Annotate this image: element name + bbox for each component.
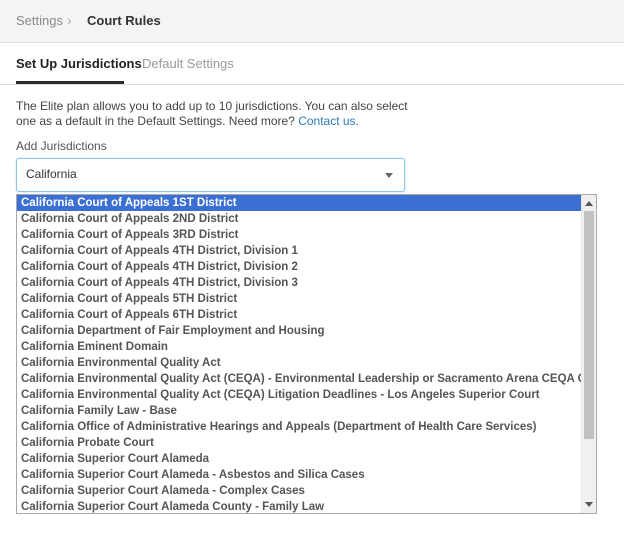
dropdown-scrollbar[interactable] xyxy=(581,195,596,513)
option-item[interactable]: California Court of Appeals 5TH District xyxy=(17,291,581,307)
option-item[interactable]: California Court of Appeals 2ND District xyxy=(17,211,581,227)
tab-set-up-jurisdictions[interactable]: Set Up Jurisdictions xyxy=(16,56,142,71)
option-selected[interactable]: California Court of Appeals 1ST District xyxy=(17,195,581,211)
option-item[interactable]: California Superior Court Alameda - Asbe… xyxy=(17,467,581,483)
option-item[interactable]: California Eminent Domain xyxy=(17,339,581,355)
scrollbar-thumb[interactable] xyxy=(584,211,594,439)
tab-bar: Set Up Jurisdictions Default Settings xyxy=(0,43,624,85)
option-item[interactable]: California Court of Appeals 4TH District… xyxy=(17,243,581,259)
option-item[interactable]: California Court of Appeals 4TH District… xyxy=(17,275,581,291)
scroll-up-icon[interactable] xyxy=(585,201,593,206)
add-jurisdictions-label: Add Jurisdictions xyxy=(16,139,107,153)
jurisdiction-dropdown: California Court of Appeals 1ST District… xyxy=(16,194,597,514)
option-item[interactable]: California Family Law - Base xyxy=(17,403,581,419)
jurisdiction-search-input[interactable] xyxy=(26,167,366,181)
breadcrumb-settings[interactable]: Settings xyxy=(16,13,63,28)
tab-default-settings[interactable]: Default Settings xyxy=(142,56,234,71)
option-item[interactable]: California Environmental Quality Act (CE… xyxy=(17,371,581,387)
option-item[interactable]: California Court of Appeals 4TH District… xyxy=(17,259,581,275)
header-bar: Settings › Court Rules xyxy=(0,0,624,43)
contact-us-link[interactable]: Contact us. xyxy=(298,114,359,128)
chevron-right-icon: › xyxy=(67,12,72,28)
option-item[interactable]: California Environmental Quality Act (CE… xyxy=(17,387,581,403)
active-tab-indicator xyxy=(16,81,124,84)
jurisdiction-select[interactable] xyxy=(16,158,405,192)
option-item[interactable]: California Court of Appeals 6TH District xyxy=(17,307,581,323)
jurisdiction-options-list: California Court of Appeals 1ST District… xyxy=(17,195,581,513)
plan-description: The Elite plan allows you to add up to 1… xyxy=(16,99,416,129)
page-title: Court Rules xyxy=(87,13,161,28)
option-item[interactable]: California Court of Appeals 3RD District xyxy=(17,227,581,243)
option-item[interactable]: California Superior Court Alameda xyxy=(17,451,581,467)
option-item[interactable]: California Department of Fair Employment… xyxy=(17,323,581,339)
option-item[interactable]: California Environmental Quality Act xyxy=(17,355,581,371)
caret-down-icon[interactable] xyxy=(385,173,393,178)
option-item[interactable]: California Superior Court Alameda County… xyxy=(17,499,581,513)
option-item[interactable]: California Probate Court xyxy=(17,435,581,451)
option-item[interactable]: California Office of Administrative Hear… xyxy=(17,419,581,435)
scroll-down-icon[interactable] xyxy=(585,502,593,507)
option-item[interactable]: California Superior Court Alameda - Comp… xyxy=(17,483,581,499)
